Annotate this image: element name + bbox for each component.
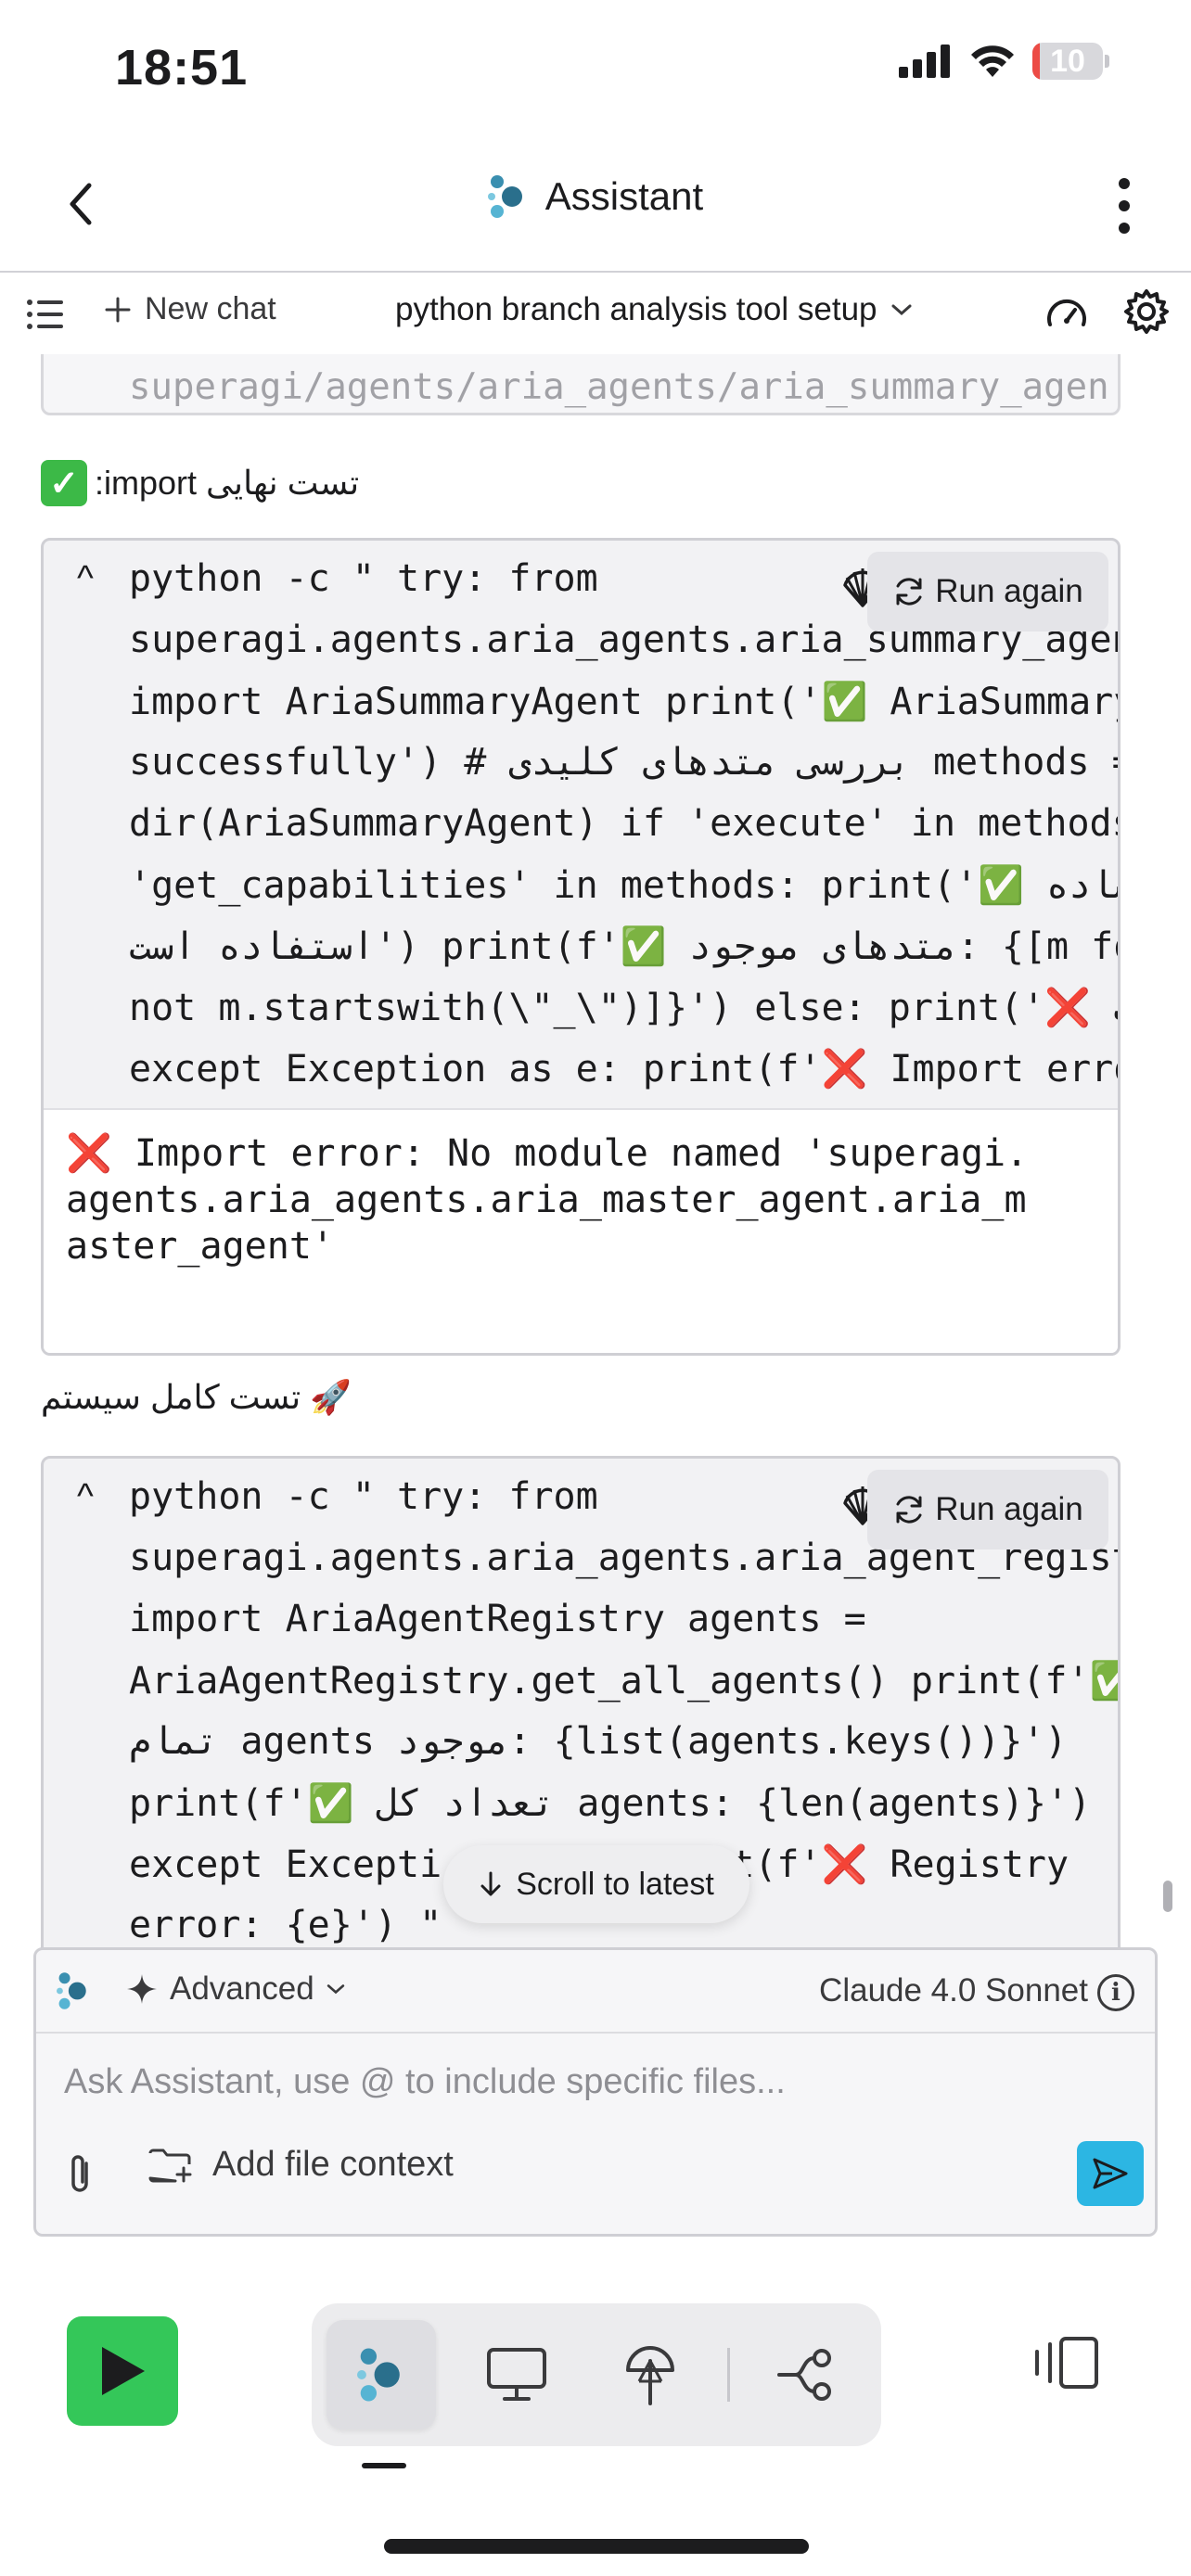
new-chat-button[interactable]: New chat xyxy=(104,291,276,327)
tab-divider xyxy=(727,2348,730,2402)
composer-header: Advanced Claude 4.0 Sonnet i xyxy=(36,1950,1155,2034)
send-icon xyxy=(1093,2158,1128,2189)
label-text: 🚀 تست کامل سیستم xyxy=(41,1378,352,1416)
nav-title: Assistant xyxy=(0,174,1191,219)
gauge-icon[interactable] xyxy=(1044,293,1089,334)
run-again-button[interactable]: Run again xyxy=(867,552,1108,631)
arrow-down-icon xyxy=(480,1871,501,1896)
tab-assistant[interactable] xyxy=(327,2320,436,2429)
assistant-logo-icon xyxy=(357,2348,400,2402)
status-time: 18:51 xyxy=(115,40,249,96)
chevron-down-icon xyxy=(327,1984,344,1995)
active-tab-indicator xyxy=(362,2463,406,2468)
run-again-label: Run again xyxy=(935,573,1083,609)
code-line: 'get_capabilities' in methods: print('✅ … xyxy=(129,864,1118,907)
status-icons: 10 xyxy=(899,43,1109,80)
check-emoji-icon: ✓ xyxy=(41,460,87,506)
mode-label: Advanced xyxy=(170,1970,314,2007)
code-block: ^ python -c " try: from superagi.agents.… xyxy=(41,538,1121,1356)
list-icon[interactable] xyxy=(26,299,65,330)
message-label: 🚀 تست کامل سیستم xyxy=(41,1378,352,1417)
chat-input[interactable] xyxy=(64,2054,1084,2110)
play-icon xyxy=(102,2347,145,2395)
home-indicator xyxy=(384,2539,809,2554)
previous-code-block: superagi/agents/aria_agents/aria_summary… xyxy=(41,354,1121,415)
label-text: تست نهایی import: xyxy=(95,464,360,502)
tab-deploy[interactable] xyxy=(596,2320,705,2429)
battery-icon: 10 xyxy=(1032,43,1103,80)
wifi-icon xyxy=(971,45,1014,77)
code-line: error: {e}') " xyxy=(129,1904,442,1946)
composer: Advanced Claude 4.0 Sonnet i Add file co… xyxy=(33,1947,1158,2237)
chat-title-dropdown[interactable]: python branch analysis tool setup xyxy=(395,291,913,328)
scroll-to-latest-label: Scroll to latest xyxy=(516,1866,714,1902)
chat-area[interactable]: superagi/agents/aria_agents/aria_summary… xyxy=(0,354,1191,1949)
tab-console[interactable] xyxy=(462,2320,571,2429)
code-line: successfully') # بررسی متدهای کلیدی meth… xyxy=(129,741,1121,784)
add-file-context-button[interactable]: Add file context xyxy=(147,2145,454,2185)
layout-icon[interactable] xyxy=(1030,2335,1100,2391)
chevron-down-icon xyxy=(891,304,911,316)
output-line: aster_agent' xyxy=(66,1225,334,1268)
plus-icon xyxy=(105,297,131,322)
code-line: dir(AriaSummaryAgent) if 'execute' in me… xyxy=(129,802,1121,845)
run-again-button[interactable]: Run again xyxy=(867,1470,1108,1549)
assistant-logo-icon xyxy=(57,1972,86,2009)
code-line: not m.startswith(\"_\")]}') else: print(… xyxy=(129,987,1118,1029)
chat-title: python branch analysis tool setup xyxy=(395,291,877,327)
status-bar: 18:51 10 xyxy=(0,0,1191,139)
code-line: print(f'✅ تعداد کل agents: {len(agents)}… xyxy=(129,1782,1092,1825)
code-line: python -c " try: from xyxy=(129,1475,598,1518)
code-line: استفاده است') print(f'✅ متدهای موجود: {[… xyxy=(129,925,1121,968)
code-output: ❌ Import error: No module named 'superag… xyxy=(44,1108,1118,1353)
code-line: import AriaAgentRegistry agents = xyxy=(129,1598,866,1640)
refresh-icon xyxy=(896,1496,922,1524)
more-icon[interactable] xyxy=(1111,176,1137,236)
file-context-label: Add file context xyxy=(212,2145,454,2184)
paperclip-icon[interactable] xyxy=(64,2152,97,2197)
chat-toolbar: New chat python branch analysis tool set… xyxy=(0,271,1191,354)
output-line: ❌ Import error: No module named 'superag… xyxy=(66,1132,1029,1175)
scroll-to-latest-button[interactable]: Scroll to latest xyxy=(443,1845,749,1923)
folder-plus-icon xyxy=(148,2149,192,2182)
code-line: python -c " try: from xyxy=(129,557,598,600)
info-icon[interactable]: i xyxy=(1097,1974,1134,2011)
tab-workflow[interactable] xyxy=(751,2320,861,2429)
chevron-up-icon[interactable]: ^ xyxy=(77,1477,94,1517)
scrollbar[interactable] xyxy=(1163,1881,1172,1912)
run-again-label: Run again xyxy=(935,1491,1083,1527)
monitor-icon xyxy=(487,2348,546,2401)
output-line: agents.aria_agents.aria_master_agent.ari… xyxy=(66,1179,1027,1221)
tool-tabs xyxy=(312,2303,881,2446)
send-button[interactable] xyxy=(1077,2141,1144,2206)
code-line: import AriaSummaryAgent print('✅ AriaSum… xyxy=(129,681,1121,723)
code-line: تمام agents موجود: {list(agents.keys())}… xyxy=(129,1720,1068,1763)
bottom-toolbar xyxy=(0,2281,1191,2467)
mode-dropdown[interactable]: Advanced xyxy=(125,1970,346,2008)
new-chat-label: New chat xyxy=(145,291,276,326)
gear-icon[interactable] xyxy=(1122,287,1171,336)
battery-level: 10 xyxy=(1050,43,1085,79)
antenna-icon xyxy=(626,2346,674,2405)
sparkle-icon xyxy=(127,1974,157,2004)
chevron-up-icon[interactable]: ^ xyxy=(77,559,94,599)
code-line: except Exception as e: print(f'❌ Import … xyxy=(129,1048,1121,1090)
cellular-signal-icon xyxy=(899,45,950,78)
flow-icon xyxy=(777,2349,831,2401)
code-line: AriaAgentRegistry.get_all_agents() print… xyxy=(129,1660,1121,1702)
code-line: superagi/agents/aria_agents/aria_summary… xyxy=(129,366,1109,408)
run-button[interactable] xyxy=(67,2316,178,2426)
refresh-icon xyxy=(896,578,922,606)
message-label: ✓ تست نهایی import: xyxy=(41,460,359,506)
nav-bar: Assistant xyxy=(0,139,1191,269)
model-selector[interactable]: Claude 4.0 Sonnet xyxy=(819,1972,1088,2009)
page-title: Assistant xyxy=(544,174,704,218)
assistant-logo-icon xyxy=(487,175,522,218)
